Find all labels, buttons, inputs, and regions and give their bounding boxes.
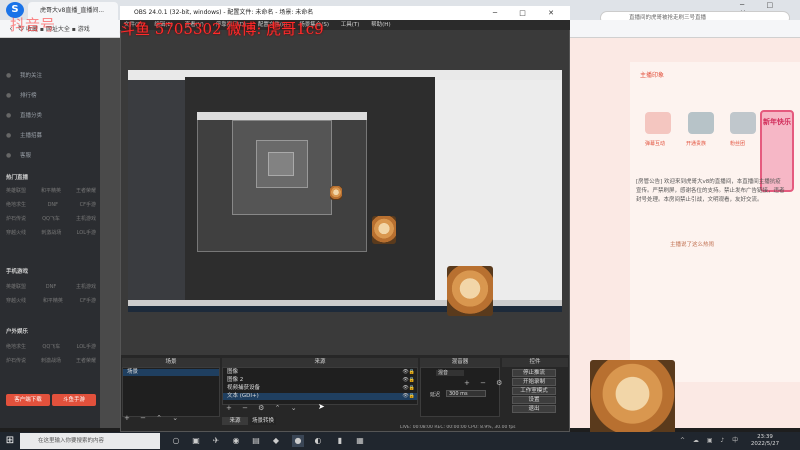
sidebar-item-follow[interactable]: 我的关注 (6, 70, 96, 82)
sidebar-grid-row[interactable]: 炉石传说 刺激战场 王者荣耀 (6, 356, 96, 366)
mouse-cursor-icon: ➤ (318, 402, 325, 411)
gift-label: 粉丝团 (730, 141, 746, 147)
sources-dock-title: 来源 (222, 358, 418, 367)
chat-message: 主播说了这么热闹 (670, 242, 715, 248)
dog-webcam-image (330, 186, 342, 200)
stop-streaming-button[interactable]: 停止推流 (512, 369, 556, 377)
sidebar-grid-row[interactable]: 穿越火线 刺激战场 LOL手游 (6, 228, 96, 238)
sidebar-grid-row[interactable]: 炉石传说 QQ飞车 主机游戏 (6, 214, 96, 224)
sidebar-item-recruit[interactable]: 主播招募 (6, 130, 96, 142)
obs-title-text: OBS 24.0.1 (32-bit, windows) - 配置文件: 未命名… (134, 9, 314, 16)
scenes-dock-title: 场景 (122, 358, 220, 367)
overlay-watermark: 斗鱼 5705302 微博: 虎哥1c9 (120, 20, 324, 38)
clock-time: 23:39 (757, 434, 773, 440)
sidebar-grid-row[interactable]: 穿越火线 和平精英 CF手游 (6, 296, 96, 306)
tab-transitions[interactable]: 场景转换 (250, 417, 276, 425)
sidebar-grid-row[interactable]: 绝地求生 DNF CF手游 (6, 200, 96, 210)
obs-taskbar-icon[interactable]: ● (292, 435, 304, 447)
dog-webcam-image (590, 360, 675, 435)
task-view-icon[interactable]: ○ (170, 435, 182, 447)
taskbar-clock[interactable]: 23:39 2022/5/27 (745, 434, 785, 449)
visibility-eye-icon: 👁🔒 (402, 385, 415, 391)
nested-screen-1-sidebar (128, 80, 185, 310)
sidebar-item-rank[interactable]: 排行榜 (6, 90, 96, 102)
source-item[interactable]: 图像 👁🔒 (223, 369, 417, 376)
taskbar-app-icon[interactable]: ▮ (334, 435, 346, 447)
source-item[interactable]: 视频捕获设备 👁🔒 (223, 385, 417, 392)
windows-start-icon[interactable]: ⊞ (4, 435, 16, 447)
sidebar-grid-row[interactable]: 英雄联盟 DNF 主机游戏 (6, 282, 96, 292)
sidebar-section-mobile: 手机游戏 (6, 269, 29, 275)
source-item[interactable]: 文本 (GDI+) 👁🔒 (223, 393, 417, 400)
taskbar-app-icon[interactable]: ◆ (270, 435, 282, 447)
nested-taskbar (128, 306, 562, 312)
scene-item[interactable]: 场景 (123, 369, 219, 376)
source-item[interactable]: 图像 2 👁🔒 (223, 377, 417, 384)
dog-webcam-image (372, 216, 396, 244)
sidebar-item-service[interactable]: 客服 (6, 150, 96, 162)
taskbar-app-icon[interactable]: ✈ (210, 435, 222, 447)
gift-icon[interactable] (688, 112, 714, 134)
start-recording-button[interactable]: 开始录制 (512, 378, 556, 386)
dog-webcam-image (447, 266, 493, 316)
exit-button[interactable]: 退出 (512, 405, 556, 413)
source-buttons[interactable]: + − ⚙ ⌃ ⌄ (226, 404, 301, 412)
nested-screen-2-titlebar (197, 112, 367, 120)
gift-label: 开通贵族 (686, 141, 707, 147)
taskbar-search-input[interactable]: 在这里输入你要搜索的内容 (20, 433, 160, 449)
taskbar-app-icon[interactable]: ▣ (190, 435, 202, 447)
visibility-eye-icon: 👁🔒 (402, 393, 415, 399)
gift-icon[interactable] (730, 112, 756, 134)
gift-label: 弹幕互动 (645, 141, 666, 147)
obs-status-bar: LIVE: 00:08:00 REC: 00:00:00 CPU: 8.9%, … (400, 425, 516, 430)
taskbar-app-icon[interactable]: ▦ (354, 435, 366, 447)
browser-window-controls[interactable]: ─ □ ✕ (740, 1, 798, 17)
scene-buttons[interactable]: + − ⌃ ⌄ (124, 414, 182, 422)
obs-window-controls[interactable]: ─ □ ✕ (493, 6, 564, 20)
delay-input[interactable]: 300 ms (446, 390, 486, 397)
system-tray[interactable]: ^ ☁ ▣ ♪ 中 (680, 434, 742, 448)
gift-section-title: 主播印象 (640, 72, 665, 79)
studio-mode-button[interactable]: 工作室模式 (512, 387, 556, 395)
browser-taskbar-icon[interactable]: ◉ (230, 435, 242, 447)
mixer-label[interactable]: 混音 (436, 370, 464, 376)
mixer-buttons[interactable]: + − ⚙ (464, 379, 506, 387)
delay-label: 延迟 (430, 392, 441, 398)
clock-date: 2022/5/27 (750, 441, 780, 447)
taskbar-app-icon[interactable]: ◐ (312, 435, 324, 447)
taskbar-app-icon[interactable]: ▤ (250, 435, 262, 447)
chat-announcement: [房管公告] 欢迎来到虎哥大v8的直播间，本直播间主播抗疫宣传。严禁刷屏，感谢各… (636, 179, 785, 203)
visibility-eye-icon: 👁🔒 (402, 369, 415, 375)
overlay-watermark-left: 抖音号 (10, 16, 56, 34)
visibility-eye-icon: 👁🔒 (402, 377, 415, 383)
sidebar-section-outdoor: 户外娱乐 (6, 329, 29, 335)
sidebar-grid-row[interactable]: 绝地求生 QQ飞车 LOL手游 (6, 342, 96, 352)
controls-dock-title: 控件 (502, 358, 568, 367)
download-client-button[interactable]: 客户端下载 (6, 394, 50, 406)
nested-screen-5 (268, 152, 294, 176)
gift-icon[interactable] (645, 112, 671, 134)
sidebar-section-hot: 热门直播 (6, 175, 29, 181)
mobile-game-button[interactable]: 斗鱼手游 (52, 394, 96, 406)
tab-sources[interactable]: 来源 (222, 417, 248, 425)
mixer-dock-title: 混音器 (420, 358, 500, 367)
sidebar-grid-row[interactable]: 英雄联盟 和平精英 王者荣耀 (6, 186, 96, 196)
settings-button[interactable]: 设置 (512, 396, 556, 404)
sidebar-item-category[interactable]: 直播分类 (6, 110, 96, 122)
